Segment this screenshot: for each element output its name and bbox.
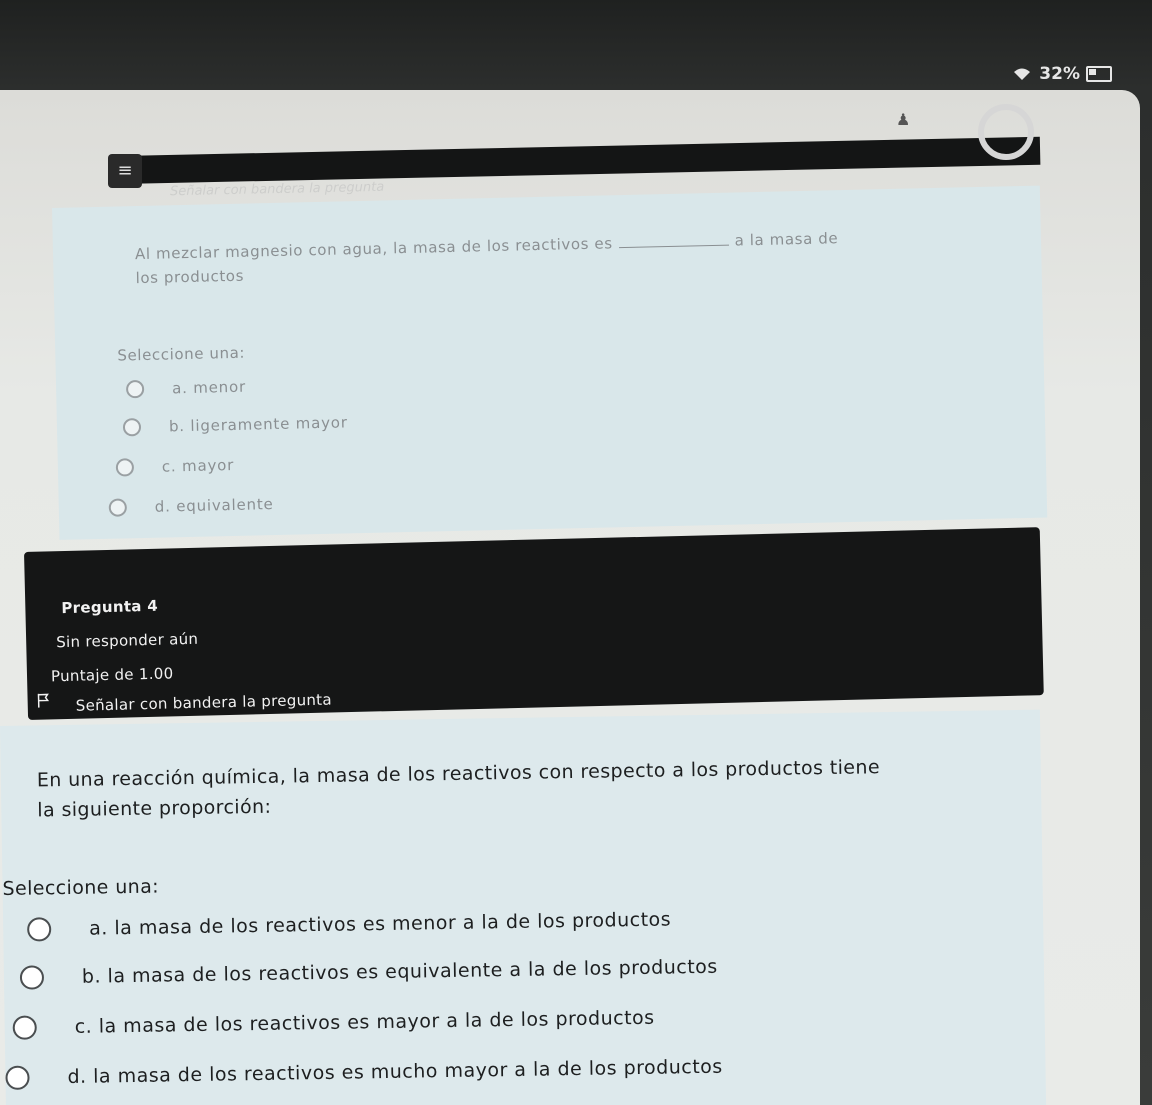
previous-question-text: Al mezclar magnesio con agua, la masa de… xyxy=(134,229,839,288)
radio-button[interactable] xyxy=(122,418,142,437)
previous-option-b[interactable]: b. ligeramente mayor xyxy=(122,413,348,437)
status-bar: 32% xyxy=(1011,64,1112,84)
question-number: Pregunta 4 xyxy=(61,596,159,618)
option-b[interactable]: b. la masa de los reactivos es equivalen… xyxy=(19,955,718,990)
option-label: b. la masa de los reactivos es equivalen… xyxy=(81,955,718,988)
option-label: c. la masa de los reactivos es mayor a l… xyxy=(74,1006,655,1038)
option-label: a. la masa de los reactivos es menor a l… xyxy=(89,908,672,940)
avatar[interactable] xyxy=(978,104,1034,160)
question-status: Sin responder aún xyxy=(55,629,199,652)
previous-flag-text: Señalar con bandera la pregunta xyxy=(169,179,385,200)
navbar xyxy=(120,136,1041,184)
question-info-block: Pregunta 4 Sin responder aún Puntaje de … xyxy=(24,527,1044,720)
flag-question-link[interactable]: Señalar con bandera la pregunta xyxy=(76,691,333,715)
menu-button[interactable]: ≡ xyxy=(108,154,142,188)
radio-button[interactable] xyxy=(115,458,135,477)
option-label: a. menor xyxy=(171,377,247,398)
radio-button[interactable] xyxy=(5,1065,30,1090)
user-icon[interactable]: ♟ xyxy=(896,110,916,130)
previous-option-c[interactable]: c. mayor xyxy=(115,455,235,477)
question-score: Puntaje de 1.00 xyxy=(50,664,174,686)
option-a[interactable]: a. la masa de los reactivos es menor a l… xyxy=(27,907,672,942)
wifi-icon xyxy=(1014,68,1031,80)
option-label: d. equivalente xyxy=(154,495,274,516)
previous-option-a[interactable]: a. menor xyxy=(125,377,247,399)
quiz-page: Señalar con bandera la pregunta ≡ ♟ Al m… xyxy=(0,90,1140,1105)
battery-percentage: 32% xyxy=(1039,64,1080,84)
option-label: d. la masa de los reactivos es mucho may… xyxy=(67,1055,723,1088)
option-label: c. mayor xyxy=(161,455,235,476)
option-d[interactable]: d. la masa de los reactivos es mucho may… xyxy=(5,1055,723,1090)
radio-button[interactable] xyxy=(125,379,145,399)
screen: 32% Señalar con bandera la pregunta ≡ ♟ … xyxy=(0,0,1152,1105)
option-c[interactable]: c. la masa de los reactivos es mayor a l… xyxy=(12,1006,655,1040)
option-label: b. ligeramente mayor xyxy=(168,413,348,436)
answer-blank xyxy=(618,244,729,249)
previous-question-card: Al mezclar magnesio con agua, la masa de… xyxy=(52,185,1048,540)
radio-button[interactable] xyxy=(12,1015,37,1040)
battery-icon xyxy=(1086,66,1112,82)
question-text: En una reacción química, la masa de los … xyxy=(36,756,881,822)
select-label: Seleccione una: xyxy=(2,875,160,900)
radio-button[interactable] xyxy=(108,498,128,517)
previous-select-label: Seleccione una: xyxy=(117,343,246,365)
previous-option-d[interactable]: d. equivalente xyxy=(108,495,274,517)
radio-button[interactable] xyxy=(19,965,45,990)
radio-button[interactable] xyxy=(27,917,52,942)
flag-icon[interactable] xyxy=(37,693,50,708)
question-card: En una reacción química, la masa de los … xyxy=(0,709,1047,1105)
